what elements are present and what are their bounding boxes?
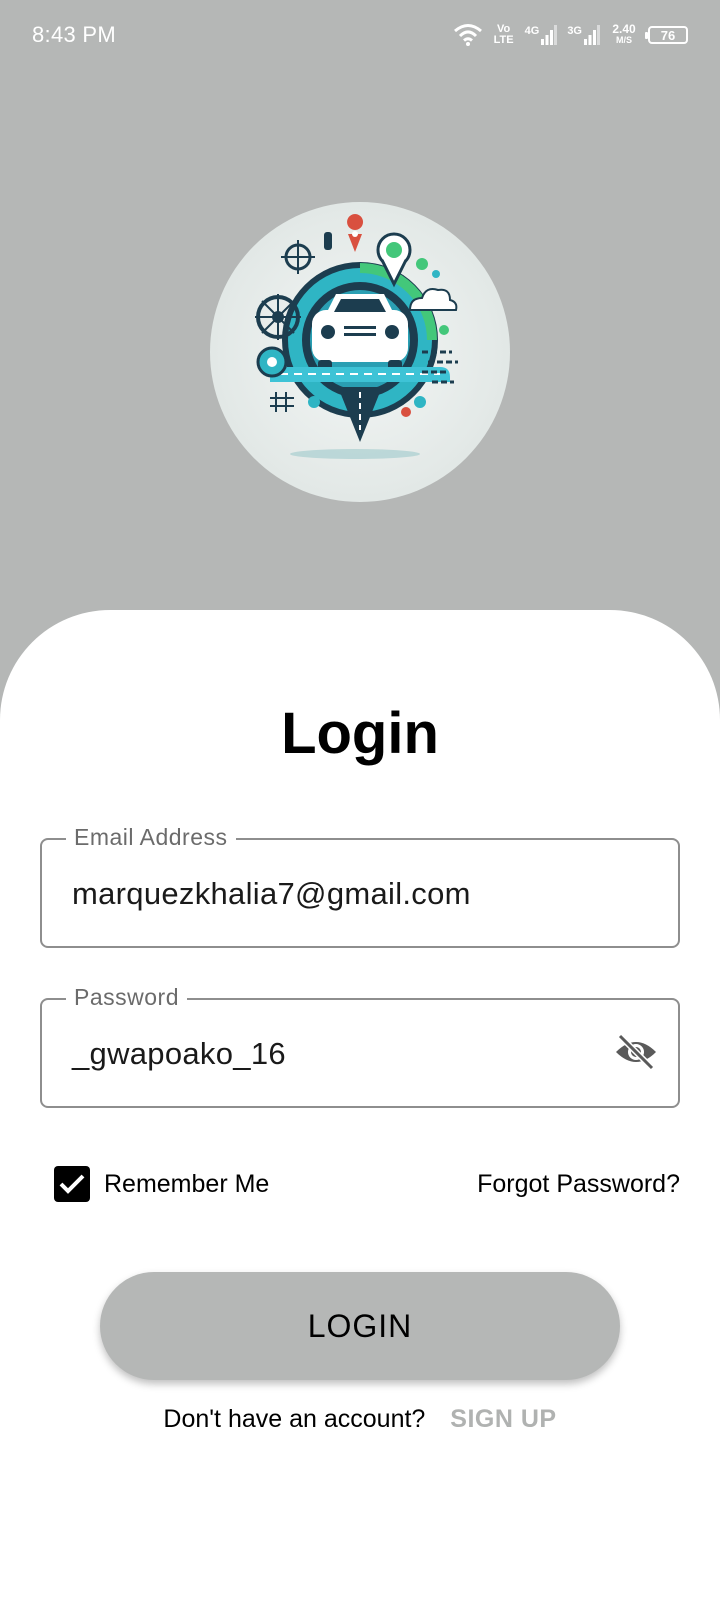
signal-2-icon: 3G bbox=[567, 25, 600, 45]
status-bar: 8:43 PM Vo LTE 4G 3G 2.40 M/S 76 bbox=[0, 0, 720, 72]
login-screen: 8:43 PM Vo LTE 4G 3G 2.40 M/S 76 Login E… bbox=[0, 0, 720, 1611]
no-account-text: Don't have an account? bbox=[163, 1405, 426, 1433]
network-speed: 2.40 M/S bbox=[610, 22, 638, 46]
battery-level: 76 bbox=[660, 27, 676, 43]
eye-off-icon[interactable] bbox=[614, 1032, 658, 1072]
network-type-1: 4G bbox=[524, 25, 540, 37]
app-logo bbox=[210, 202, 510, 502]
volte-indicator: Vo LTE bbox=[493, 23, 514, 46]
status-time: 8:43 PM bbox=[32, 22, 117, 47]
car-location-logo-icon bbox=[255, 214, 458, 459]
remember-me[interactable]: Remember Me bbox=[54, 1166, 269, 1202]
wifi-icon bbox=[453, 24, 482, 46]
password-field[interactable]: Password _gwapoako_16 bbox=[40, 984, 680, 1108]
page-title: Login bbox=[281, 701, 439, 766]
checkmark-icon bbox=[59, 1174, 85, 1194]
network-speed-value: 2.40 bbox=[612, 22, 636, 36]
signal-1-icon: 4G bbox=[525, 25, 558, 45]
network-speed-unit: M/S bbox=[615, 35, 632, 45]
status-icons: Vo LTE 4G 3G 2.40 M/S 76 bbox=[453, 20, 688, 50]
email-field-label: Email Address bbox=[66, 824, 236, 851]
forgot-password-link[interactable]: Forgot Password? bbox=[477, 1170, 680, 1199]
network-type-2: 3G bbox=[567, 25, 582, 37]
battery-icon: 76 bbox=[645, 26, 688, 44]
password-field-value[interactable]: _gwapoako_16 bbox=[72, 1036, 286, 1072]
signup-row: Don't have an account? SIGN UP bbox=[0, 1405, 720, 1434]
password-field-label: Password bbox=[66, 984, 187, 1011]
signup-link[interactable]: SIGN UP bbox=[450, 1405, 556, 1433]
email-field-value[interactable]: marquezkhalia7@gmail.com bbox=[72, 876, 471, 912]
login-button[interactable]: LOGIN bbox=[100, 1272, 620, 1380]
remember-me-checkbox[interactable] bbox=[54, 1166, 90, 1202]
remember-me-label: Remember Me bbox=[104, 1169, 270, 1198]
email-field[interactable]: Email Address marquezkhalia7@gmail.com bbox=[40, 824, 680, 948]
